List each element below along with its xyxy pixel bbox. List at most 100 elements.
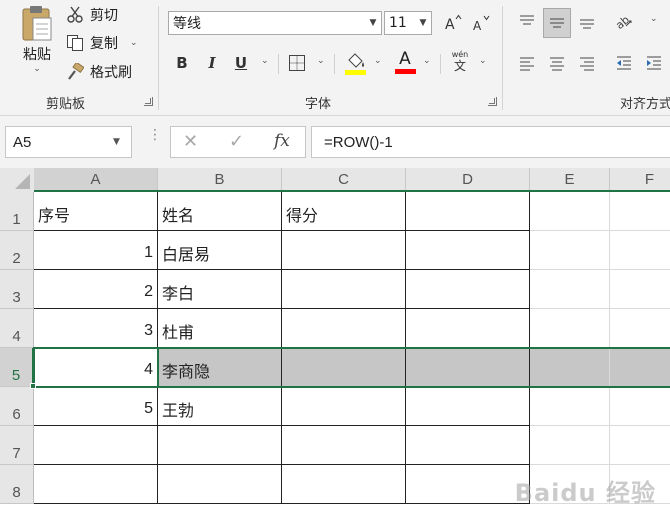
align-left-button[interactable]	[515, 52, 539, 74]
row-header-1[interactable]: 1	[0, 192, 34, 231]
column-header-c[interactable]: C	[282, 168, 406, 192]
cell-f6[interactable]	[610, 387, 670, 426]
cell-d1[interactable]	[406, 192, 530, 231]
cell-e7[interactable]	[530, 426, 610, 465]
cell-e6[interactable]	[530, 387, 610, 426]
chevron-down-icon[interactable]: ⌄	[423, 56, 431, 66]
cell-f5[interactable]	[610, 348, 670, 387]
cell-c1[interactable]: 得分	[282, 192, 406, 231]
fill-color-button[interactable]	[344, 50, 368, 76]
cell-b6[interactable]: 王勃	[158, 387, 282, 426]
row-header-7[interactable]: 7	[0, 426, 34, 465]
cell-e3[interactable]	[530, 270, 610, 309]
underline-button[interactable]: U	[230, 52, 252, 74]
cell-b1[interactable]: 姓名	[158, 192, 282, 231]
cell-a7[interactable]	[34, 426, 158, 465]
align-right-button[interactable]	[575, 52, 599, 74]
cell-e5[interactable]	[530, 348, 610, 387]
orientation-button[interactable]: ab	[611, 10, 635, 34]
increase-font-size-button[interactable]: A	[442, 13, 462, 33]
cell-b2[interactable]: 白居易	[158, 231, 282, 270]
chevron-down-icon[interactable]: ⌄	[650, 14, 658, 24]
cell-b5[interactable]: 李商隐	[158, 348, 282, 387]
format-painter-button[interactable]: 格式刷	[66, 61, 132, 83]
cut-button[interactable]: 剪切	[66, 4, 118, 26]
cell-c6[interactable]	[282, 387, 406, 426]
row-header-8[interactable]: 8	[0, 465, 34, 504]
align-top-button[interactable]	[515, 10, 539, 34]
cell-d8[interactable]	[406, 465, 530, 504]
cell-b8[interactable]	[158, 465, 282, 504]
row-header-5[interactable]: 5	[0, 348, 34, 387]
cell-b4[interactable]: 杜甫	[158, 309, 282, 348]
column-header-f[interactable]: F	[610, 168, 670, 192]
cell-b3[interactable]: 李白	[158, 270, 282, 309]
font-color-button[interactable]: A	[393, 50, 417, 76]
column-header-d[interactable]: D	[406, 168, 530, 192]
row-header-2[interactable]: 2	[0, 231, 34, 270]
cell-c8[interactable]	[282, 465, 406, 504]
cell-f4[interactable]	[610, 309, 670, 348]
cell-d2[interactable]	[406, 231, 530, 270]
chevron-down-icon[interactable]: ⌄	[479, 56, 487, 66]
cell-a5[interactable]: 4	[34, 348, 158, 387]
phonetic-guide-button[interactable]: wén 文	[450, 50, 470, 76]
cell-f3[interactable]	[610, 270, 670, 309]
cell-d5[interactable]	[406, 348, 530, 387]
formula-input[interactable]: =ROW()-1	[311, 126, 670, 158]
row-header-3[interactable]: 3	[0, 270, 34, 309]
cell-f1[interactable]	[610, 192, 670, 231]
copy-button[interactable]: 复制 ⌄	[66, 32, 138, 54]
font-size-select[interactable]: 11 ▼	[384, 11, 432, 35]
cell-a4[interactable]: 3	[34, 309, 158, 348]
cell-a1[interactable]: 序号	[34, 192, 158, 231]
align-bottom-button[interactable]	[575, 10, 599, 34]
name-box[interactable]: A5 ▼	[5, 126, 132, 158]
cancel-icon[interactable]: ✕	[183, 131, 198, 152]
decrease-indent-button[interactable]	[612, 52, 636, 74]
row-header-6[interactable]: 6	[0, 387, 34, 426]
italic-button[interactable]: I	[201, 52, 223, 74]
cell-e4[interactable]	[530, 309, 610, 348]
fill-handle[interactable]	[30, 383, 36, 389]
cell-a8[interactable]	[34, 465, 158, 504]
cell-a6[interactable]: 5	[34, 387, 158, 426]
align-middle-button[interactable]	[543, 8, 571, 38]
formula-bar-grip-icon[interactable]: ⋮	[148, 128, 162, 142]
enter-icon[interactable]: ✓	[229, 131, 244, 152]
paste-button[interactable]: 粘贴 ⌄	[14, 4, 60, 80]
worksheet-grid[interactable]: ABCDEF 12345678 序号 姓名 得分 1 白居易 2 李白 3 杜甫 4 李商隐 5 王勃 …	[0, 168, 670, 526]
chevron-down-icon[interactable]: ⌄	[261, 56, 269, 66]
column-header-e[interactable]: E	[530, 168, 610, 192]
cell-d7[interactable]	[406, 426, 530, 465]
select-all-corner[interactable]	[0, 168, 34, 192]
column-header-a[interactable]: A	[34, 168, 158, 192]
chevron-down-icon[interactable]: ⌄	[374, 56, 382, 66]
insert-function-button[interactable]: fx	[274, 131, 290, 151]
cell-d3[interactable]	[406, 270, 530, 309]
column-header-b[interactable]: B	[158, 168, 282, 192]
cell-c5[interactable]	[282, 348, 406, 387]
cell-d4[interactable]	[406, 309, 530, 348]
align-center-button[interactable]	[545, 52, 569, 74]
cell-c7[interactable]	[282, 426, 406, 465]
clipboard-dialog-launcher-icon[interactable]	[144, 97, 153, 106]
chevron-down-icon[interactable]: ▼	[113, 137, 131, 147]
row-header-4[interactable]: 4	[0, 309, 34, 348]
increase-indent-button[interactable]	[642, 52, 666, 74]
cell-d6[interactable]	[406, 387, 530, 426]
borders-button[interactable]	[288, 53, 310, 73]
font-name-select[interactable]: 等线 ▼	[168, 11, 382, 35]
cell-c4[interactable]	[282, 309, 406, 348]
bold-button[interactable]: B	[171, 52, 193, 74]
cell-e2[interactable]	[530, 231, 610, 270]
cell-e1[interactable]	[530, 192, 610, 231]
cell-b7[interactable]	[158, 426, 282, 465]
decrease-font-size-button[interactable]: A	[470, 13, 490, 33]
cell-f2[interactable]	[610, 231, 670, 270]
cell-c2[interactable]	[282, 231, 406, 270]
cell-a2[interactable]: 1	[34, 231, 158, 270]
chevron-down-icon[interactable]: ⌄	[317, 56, 325, 66]
cell-c3[interactable]	[282, 270, 406, 309]
cell-f7[interactable]	[610, 426, 670, 465]
